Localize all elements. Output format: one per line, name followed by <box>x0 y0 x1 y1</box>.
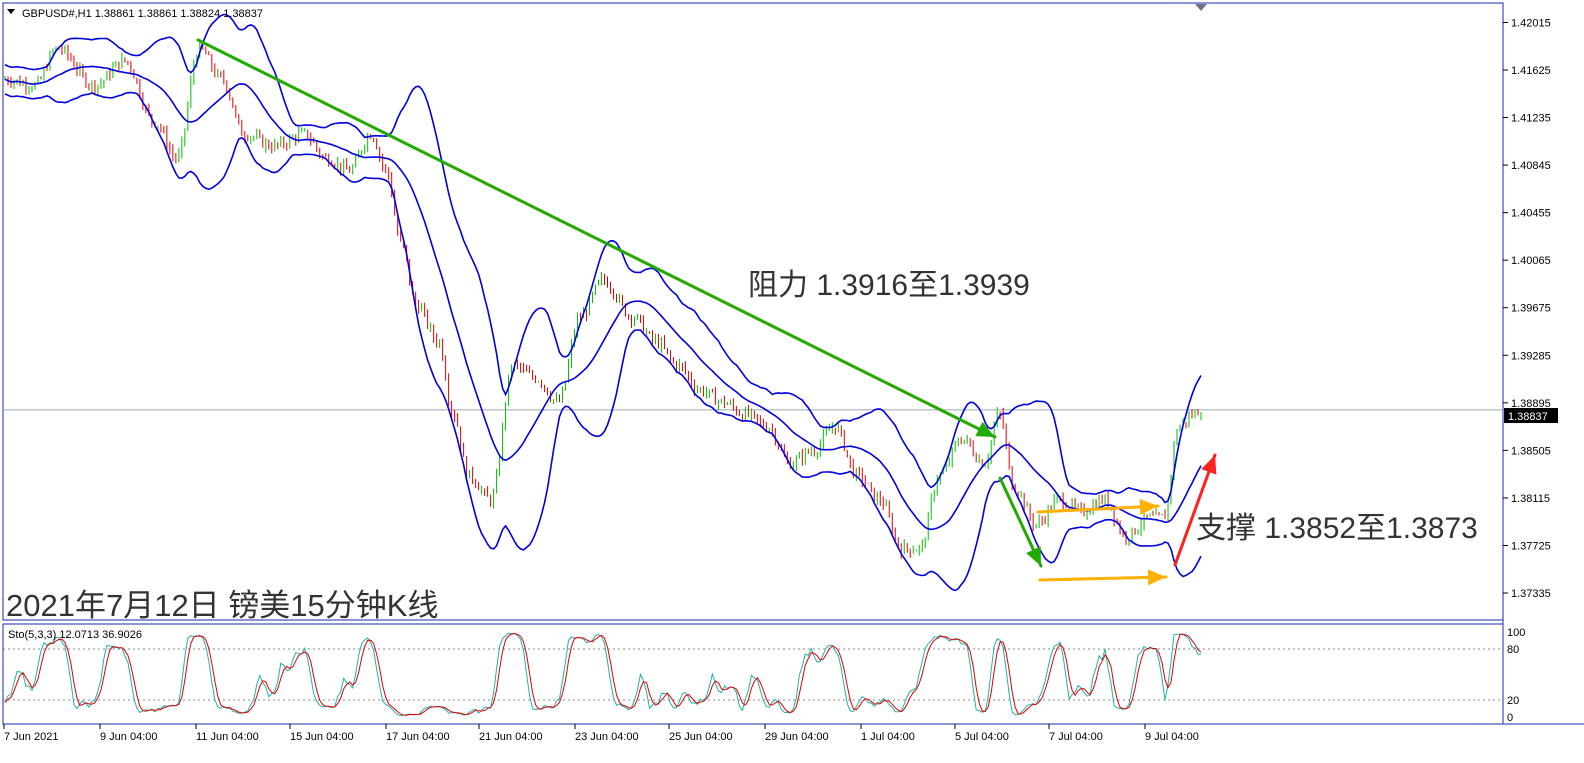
stoch-level-label: 0 <box>1507 712 1513 724</box>
time-tick-label: 1 Jul 04:00 <box>861 731 915 743</box>
time-tick-label: 11 Jun 04:00 <box>196 731 259 743</box>
time-tick-label: 9 Jul 04:00 <box>1145 731 1199 743</box>
time-tick-label: 21 Jun 04:00 <box>479 731 543 743</box>
time-tick-label: 23 Jun 04:00 <box>575 731 639 743</box>
time-tick-label: 7 Jun 2021 <box>4 731 58 743</box>
stoch-level-label: 20 <box>1507 695 1519 707</box>
time-tick-label: 5 Jul 04:00 <box>955 731 1009 743</box>
chart-window: GBPUSD#,H1 1.38861 1.38861 1.38824 1.388… <box>0 0 1584 758</box>
stoch-level-label: 80 <box>1507 644 1519 656</box>
price-tick-label: 1.39675 <box>1511 303 1551 315</box>
chart-symbol-info: GBPUSD#,H1 1.38861 1.38861 1.38824 1.388… <box>22 8 263 20</box>
resistance-label: 阻力 1.3916至1.3939 <box>748 269 1030 302</box>
price-tick-label: 1.41235 <box>1511 113 1551 125</box>
support-label: 支撑 1.3852至1.3873 <box>1196 512 1478 545</box>
stochastic-label: Sto(5,3,3) 12.0713 36.9026 <box>8 629 142 641</box>
price-tick-label: 1.37335 <box>1511 588 1551 600</box>
price-tick-label: 1.40455 <box>1511 208 1551 220</box>
price-tick-label: 1.38505 <box>1511 445 1551 457</box>
price-tick-label: 1.39285 <box>1511 350 1551 362</box>
time-tick-label: 29 Jun 04:00 <box>765 731 829 743</box>
stoch-level-label: 100 <box>1507 627 1525 639</box>
price-tick-label: 1.40845 <box>1511 160 1551 172</box>
price-tick-label: 1.37725 <box>1511 540 1551 552</box>
current-price-label: 1.38837 <box>1508 411 1548 423</box>
price-tick-label: 1.38115 <box>1511 493 1550 505</box>
time-tick-label: 17 Jun 04:00 <box>386 731 450 743</box>
indicator-pane[interactable] <box>2 623 1504 725</box>
price-tick-label: 1.40065 <box>1511 255 1551 267</box>
price-tick-label: 1.42015 <box>1511 17 1551 29</box>
time-tick-label: 7 Jul 04:00 <box>1049 731 1103 743</box>
price-tick-label: 1.41625 <box>1511 65 1551 77</box>
time-tick-label: 9 Jun 04:00 <box>100 731 158 743</box>
chart-caption: 2021年7月12日 镑美15分钟K线 <box>6 588 438 623</box>
time-tick-label: 25 Jun 04:00 <box>669 731 733 743</box>
chart-canvas[interactable]: GBPUSD#,H1 1.38861 1.38861 1.38824 1.388… <box>0 0 1584 758</box>
time-tick-label: 15 Jun 04:00 <box>290 731 354 743</box>
